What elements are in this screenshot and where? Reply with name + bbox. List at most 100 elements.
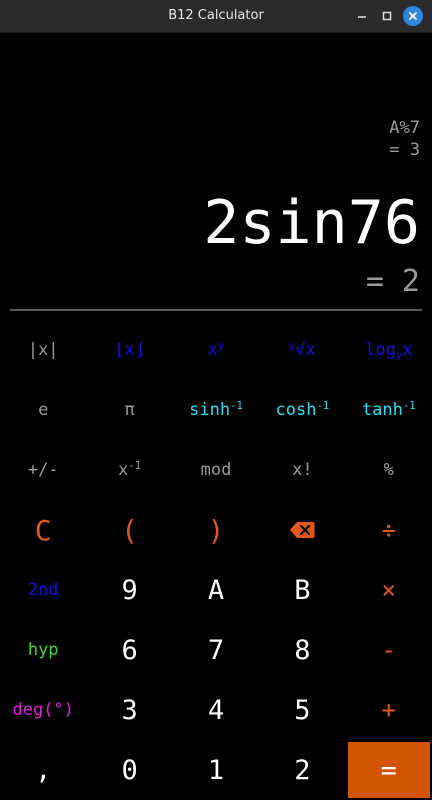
root-body: √x [295,340,316,360]
digit-9-label: 9 [121,574,138,606]
tanh-text: tanh [361,400,403,420]
cosh-superscript: -1 [316,400,330,413]
reciprocal-label: x-1 [118,460,141,480]
expression-display[interactable]: 2sin76 [203,185,420,261]
digit-6-button[interactable]: 6 [86,620,172,680]
abs-button[interactable]: |x| [0,320,86,380]
root-label: y√x [289,340,316,360]
digit-3-button[interactable]: 3 [86,680,172,740]
reciprocal-base: x [118,460,129,480]
minimize-icon [358,16,366,18]
power-exponent: y [217,340,225,353]
digit-9-button[interactable]: 9 [86,560,172,620]
multiply-label: × [381,576,396,604]
history-expression: A%7 [389,118,420,138]
percent-button[interactable]: % [346,440,432,500]
title-bar: B12 Calculator [0,0,432,33]
keypad: |x| ⌊x⌋ xy y√x logyx e π sinh-1 cosh-1 t… [0,320,432,800]
tanh-inverse-label: tanh-1 [362,400,416,420]
clear-button[interactable]: C [0,500,86,560]
digit-3-label: 3 [121,694,138,726]
digit-5-button[interactable]: 5 [259,680,345,740]
digit-8-button[interactable]: 8 [259,620,345,680]
sinh-text: sinh [189,400,231,420]
negate-button[interactable]: +/- [0,440,86,500]
digit-5-label: 5 [294,694,311,726]
digit-b-button[interactable]: B [259,560,345,620]
power-base: x [207,340,218,360]
second-button[interactable]: 2nd [0,560,86,620]
digit-2-label: 2 [294,754,311,786]
minus-button[interactable]: - [346,620,432,680]
log-text: log [365,340,396,360]
plus-button[interactable]: + [346,680,432,740]
log-argument: x [402,340,413,360]
power-label: xy [208,340,225,360]
minimize-button[interactable] [352,6,372,26]
e-button[interactable]: e [0,380,86,440]
digit-7-button[interactable]: 7 [173,620,259,680]
mod-button[interactable]: mod [173,440,259,500]
sinh-superscript: -1 [230,400,243,413]
divide-button[interactable]: ÷ [346,500,432,560]
hyp-label: hyp [27,640,59,660]
close-icon [409,12,417,20]
pi-button[interactable]: π [86,380,172,440]
log-label: logyx [365,340,413,361]
digit-7-label: 7 [207,634,225,666]
cosh-inverse-button[interactable]: cosh-1 [259,380,345,440]
display-area: A%7 = 3 2sin76 = 2 [0,33,432,310]
deg-label: deg(°) [12,700,74,720]
mod-label: mod [200,460,232,480]
root-button[interactable]: y√x [259,320,345,380]
sinh-inverse-button[interactable]: sinh-1 [173,380,259,440]
digit-1-button[interactable]: 1 [173,740,259,800]
divide-label: ÷ [381,516,396,544]
clear-label: C [34,513,52,547]
digit-6-label: 6 [121,634,138,666]
digit-2-button[interactable]: 2 [259,740,345,800]
log-base-button[interactable]: logyx [346,320,432,380]
deg-button[interactable]: deg(°) [0,680,86,740]
equals-button[interactable]: = [347,742,430,798]
paren-close-button[interactable]: ) [173,500,259,560]
tanh-superscript: -1 [402,400,416,413]
floor-button[interactable]: ⌊x⌋ [86,320,172,380]
paren-open-label: ( [121,513,139,547]
cosh-inverse-label: cosh-1 [276,400,330,420]
close-button[interactable] [403,6,423,26]
reciprocal-button[interactable]: x-1 [86,440,172,500]
equals-label: = [380,754,397,786]
history-result: = 3 [389,140,420,160]
power-button[interactable]: xy [173,320,259,380]
digit-0-label: 0 [121,754,138,786]
backspace-button[interactable] [259,500,345,560]
sinh-inverse-label: sinh-1 [189,400,243,420]
hyp-button[interactable]: hyp [0,620,86,680]
comma-label: , [35,754,52,786]
factorial-button[interactable]: x! [259,440,345,500]
minus-label: - [381,636,396,664]
digit-4-button[interactable]: 4 [173,680,259,740]
reciprocal-superscript: -1 [128,460,142,473]
history: A%7 = 3 [389,117,420,161]
digit-4-label: 4 [207,694,225,726]
digit-1-label: 1 [207,754,225,786]
maximize-button[interactable] [377,6,397,26]
tanh-inverse-button[interactable]: tanh-1 [346,380,432,440]
digit-0-button[interactable]: 0 [86,740,172,800]
paren-close-label: ) [207,513,225,547]
e-label: e [38,400,49,420]
maximize-icon [382,11,392,21]
multiply-button[interactable]: × [346,560,432,620]
digit-a-button[interactable]: A [173,560,259,620]
result-display: = 2 [365,264,420,299]
plus-label: + [381,696,396,724]
pi-label: π [124,400,135,420]
comma-button[interactable]: , [0,740,86,800]
percent-label: % [383,460,394,480]
floor-label: ⌊x⌋ [114,340,145,360]
second-label: 2nd [27,580,59,600]
paren-open-button[interactable]: ( [86,500,172,560]
factorial-label: x! [292,460,313,480]
